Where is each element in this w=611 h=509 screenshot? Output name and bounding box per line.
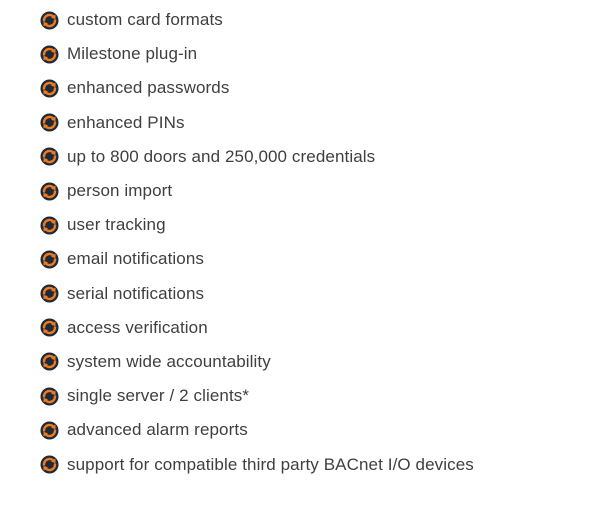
feature-item: person import (40, 174, 611, 208)
feature-item: single server / 2 clients* (40, 379, 611, 413)
refresh-bullet-icon (40, 182, 59, 201)
feature-label: system wide accountability (67, 351, 271, 371)
feature-label: enhanced PINs (67, 112, 185, 132)
feature-label: person import (67, 181, 173, 201)
feature-item: email notifications (40, 242, 611, 276)
refresh-bullet-icon (40, 147, 59, 166)
feature-label: single server / 2 clients* (67, 386, 250, 406)
feature-label: enhanced passwords (67, 78, 230, 98)
feature-list: custom card formats Milestone plug-in en… (40, 3, 611, 482)
refresh-bullet-icon (40, 45, 59, 64)
feature-item: user tracking (40, 208, 611, 242)
refresh-bullet-icon (40, 352, 59, 371)
feature-label: support for compatible third party BACne… (67, 454, 474, 474)
refresh-bullet-icon (40, 216, 59, 235)
refresh-bullet-icon (40, 284, 59, 303)
feature-item: enhanced passwords (40, 71, 611, 105)
feature-label: Milestone plug-in (67, 44, 198, 64)
feature-item: system wide accountability (40, 345, 611, 379)
feature-item: advanced alarm reports (40, 413, 611, 447)
feature-label: user tracking (67, 215, 166, 235)
refresh-bullet-icon (40, 318, 59, 337)
feature-label: advanced alarm reports (67, 420, 248, 440)
refresh-bullet-icon (40, 113, 59, 132)
refresh-bullet-icon (40, 250, 59, 269)
feature-item: support for compatible third party BACne… (40, 447, 611, 481)
feature-label: up to 800 doors and 250,000 credentials (67, 146, 376, 166)
feature-item: Milestone plug-in (40, 37, 611, 71)
refresh-bullet-icon (40, 455, 59, 474)
feature-item: serial notifications (40, 277, 611, 311)
feature-label: custom card formats (67, 10, 223, 30)
refresh-bullet-icon (40, 387, 59, 406)
feature-item: up to 800 doors and 250,000 credentials (40, 140, 611, 174)
refresh-bullet-icon (40, 11, 59, 30)
feature-item: access verification (40, 311, 611, 345)
feature-label: email notifications (67, 249, 205, 269)
feature-item: enhanced PINs (40, 106, 611, 140)
refresh-bullet-icon (40, 79, 59, 98)
feature-label: serial notifications (67, 283, 205, 303)
feature-label: access verification (67, 317, 208, 337)
feature-item: custom card formats (40, 3, 611, 37)
refresh-bullet-icon (40, 421, 59, 440)
